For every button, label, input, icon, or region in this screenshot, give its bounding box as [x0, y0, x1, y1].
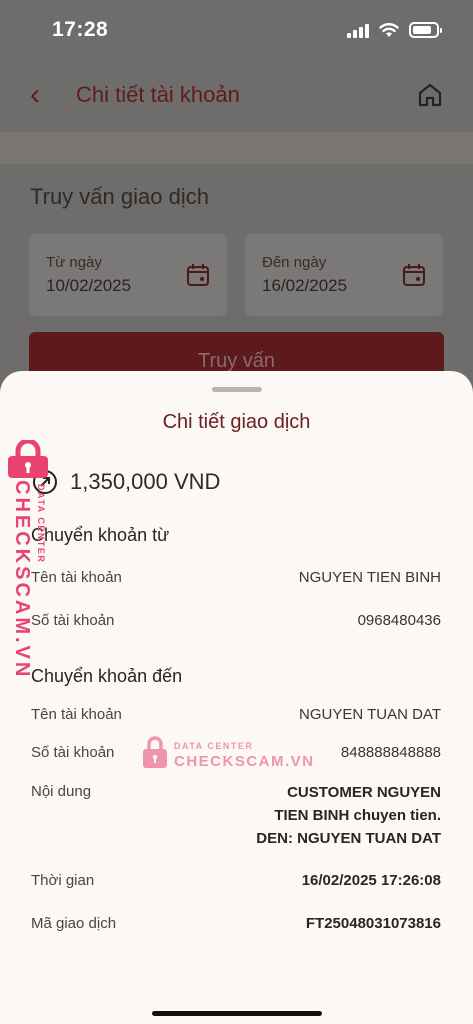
transfer-content: CUSTOMER NGUYEN TIEN BINH chuyen tien. D… [256, 781, 441, 850]
from-date-field[interactable]: Từ ngày 10/02/2025 [29, 234, 227, 316]
from-account-number: 0968480436 [357, 612, 441, 629]
header-divider [0, 132, 473, 164]
checkscam-center-watermark: DATA CENTER CHECKSCAM.VN [142, 735, 313, 775]
transaction-amount: 1,350,000 VND [70, 469, 221, 494]
watermark-tagline: DATA CENTER [174, 741, 254, 751]
checkscam-side-watermark: CHECKSCAM.VN DATA CENTER [6, 440, 54, 679]
watermark-brand: CHECKSCAM.VN [11, 480, 33, 680]
from-date-value: 10/02/2025 [46, 276, 132, 295]
padlock-icon [143, 736, 167, 768]
to-section-title: Chuyển khoản đến [31, 666, 183, 686]
from-date-label: Từ ngày [46, 254, 102, 271]
wifi-icon [379, 23, 399, 37]
to-account-name: NGUYEN TUAN DAT [299, 706, 441, 723]
status-bar: 17:28 [0, 0, 473, 64]
content-line: DEN: NGUYEN TUAN DAT [256, 830, 441, 847]
to-date-value: 16/02/2025 [262, 276, 348, 295]
padlock-icon [8, 440, 48, 478]
status-icons [347, 22, 442, 38]
cellular-signal-icon [347, 22, 369, 38]
sheet-grabber[interactable] [212, 387, 262, 392]
home-indicator [152, 1011, 322, 1016]
watermark-tagline: DATA CENTER [36, 484, 46, 564]
to-account-number-label: Số tài khoản [31, 744, 115, 761]
app-header: ‹ Chi tiết tài khoản [0, 64, 473, 132]
page-title: Chi tiết tài khoản [76, 82, 240, 107]
to-account-number: 848888848888 [340, 744, 441, 761]
content-line: TIEN BINH chuyen tien. [274, 807, 441, 824]
to-date-label: Đến ngày [262, 254, 327, 271]
home-icon[interactable] [415, 80, 445, 110]
status-time: 17:28 [52, 18, 109, 41]
to-date-field[interactable]: Đến ngày 16/02/2025 [245, 234, 443, 316]
from-account-name: NGUYEN TIEN BINH [298, 569, 441, 586]
content-label: Nội dung [31, 783, 92, 800]
calendar-icon [187, 264, 209, 286]
back-arrow-icon[interactable]: ‹ [30, 80, 40, 110]
time-label: Thời gian [31, 872, 95, 889]
content-line: CUSTOMER NGUYEN [287, 784, 441, 801]
sheet-title: Chi tiết giao dịch [162, 411, 311, 433]
transaction-id-label: Mã giao dịch [31, 915, 117, 932]
query-section-title: Truy vấn giao dịch [30, 184, 209, 209]
to-account-name-label: Tên tài khoản [31, 706, 122, 723]
transaction-time: 16/02/2025 17:26:08 [301, 872, 441, 889]
transaction-detail-sheet: Chi tiết giao dịch 1,350,000 VND Chuyển … [0, 371, 473, 1024]
calendar-icon [403, 264, 425, 286]
transaction-id: FT25048031073816 [305, 915, 441, 932]
battery-icon [409, 22, 442, 38]
amount-row: 1,350,000 VND [32, 469, 220, 495]
watermark-brand: CHECKSCAM.VN [174, 753, 315, 770]
